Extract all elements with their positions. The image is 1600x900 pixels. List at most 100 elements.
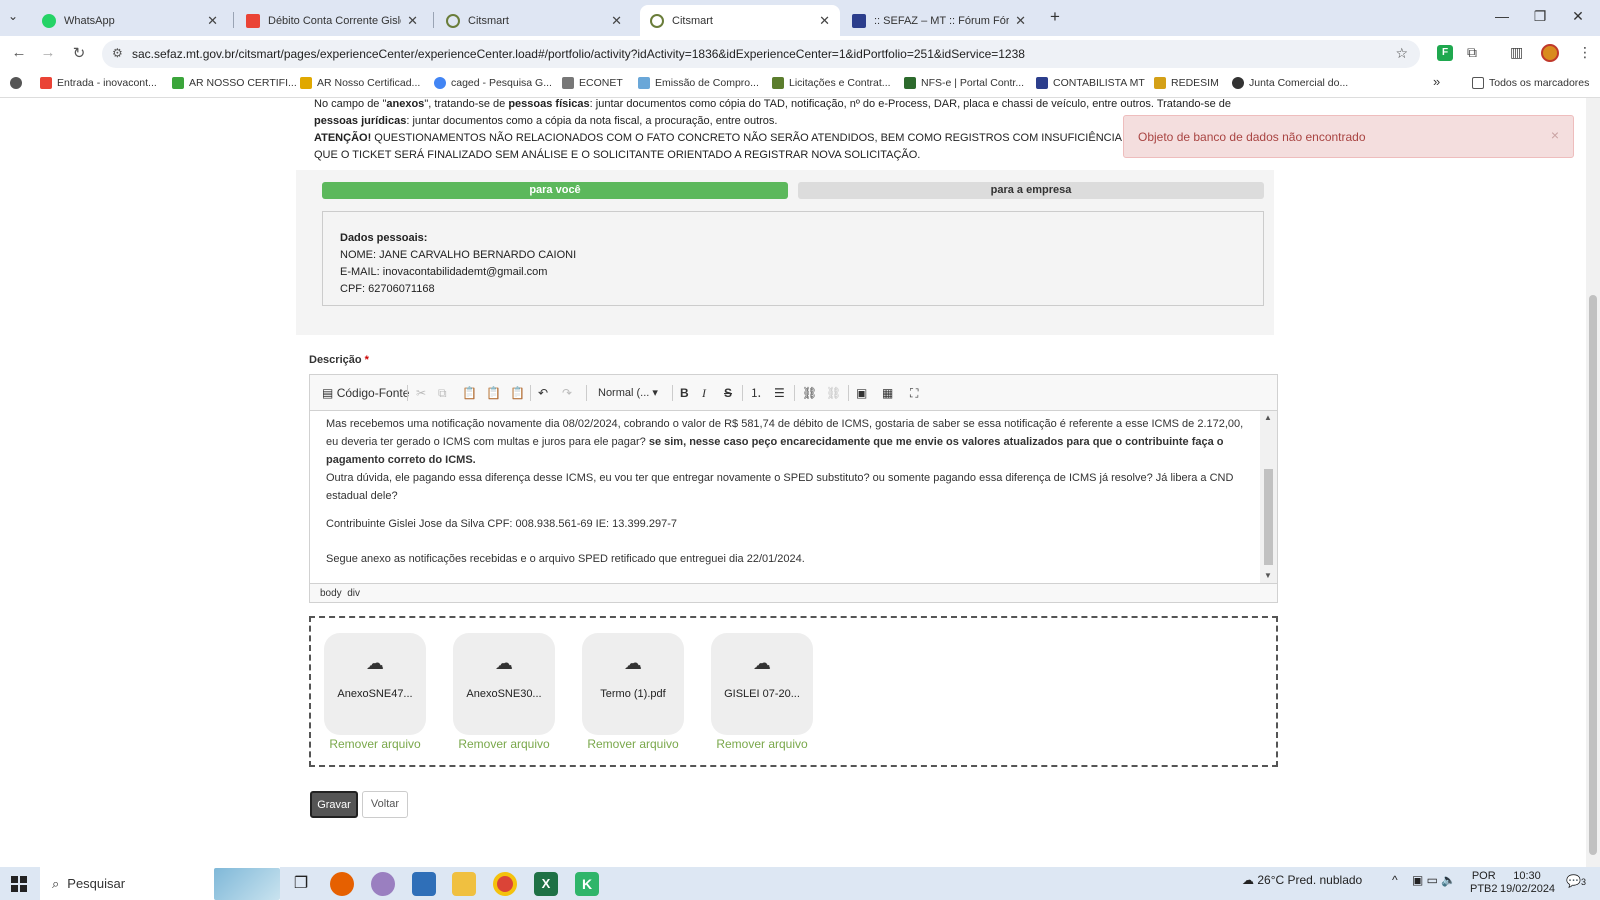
side-panel-icon[interactable]: ▥ [1510,44,1523,61]
copy-icon[interactable]: ⧉ [438,384,447,402]
tray-icons[interactable]: ▣ ▭ 🔈 [1412,873,1456,887]
weather-widget[interactable]: ☁ 26°C Pred. nublado [1242,873,1362,887]
cut-icon[interactable]: ✂ [416,384,426,402]
image-icon[interactable]: ▣ [856,384,867,402]
file-card[interactable]: ☁ Termo (1).pdf [582,633,684,735]
close-tab-icon[interactable]: ✕ [207,13,218,29]
redo-icon[interactable]: ↷ [562,384,572,402]
excel-icon[interactable]: X [534,872,558,896]
unlink-icon[interactable]: ⛓ [826,384,841,402]
path-element[interactable]: div [347,588,360,599]
toggle-para-empresa[interactable]: para a empresa [798,182,1264,199]
scroll-down-icon[interactable]: ▼ [1264,571,1272,580]
extensions-icon[interactable]: ⧉ [1467,44,1477,61]
italic-icon[interactable]: I [702,384,706,402]
numbered-list-icon[interactable]: ⒈ [750,384,762,402]
file-explorer-icon[interactable] [452,872,476,896]
path-element[interactable]: body [320,588,342,599]
bookmark-item[interactable]: Junta Comercial do... [1232,77,1348,89]
tab-whatsapp[interactable]: WhatsApp ✕ [32,5,228,36]
file-card[interactable]: ☁ AnexoSNE47... [324,633,426,735]
file-card[interactable]: ☁ AnexoSNE30... [453,633,555,735]
paste-text-icon[interactable]: 📋 [486,384,501,402]
toggle-para-voce[interactable]: para você [322,182,788,199]
back-button[interactable]: Voltar [362,791,408,818]
app-icon[interactable] [371,872,395,896]
menu-icon[interactable]: ⋮ [1578,44,1592,61]
restore-icon[interactable]: ❐ [1520,8,1560,25]
close-tab-icon[interactable]: ✕ [407,13,418,29]
bookmark-item[interactable]: Entrada - inovacont... [40,77,157,89]
file-card[interactable]: ☁ GISLEI 07-20... [711,633,813,735]
site-info-icon[interactable]: ⚙ [112,46,123,60]
paste-icon[interactable]: 📋 [462,384,477,402]
undo-icon[interactable]: ↶ [538,384,548,402]
globe-icon[interactable] [10,77,27,89]
sefaz-icon [852,13,866,28]
bookmark-item[interactable]: ECONET [562,77,623,89]
extension-f-icon[interactable]: F [1437,45,1453,61]
close-tab-icon[interactable]: ✕ [1015,13,1026,29]
page-scroll-thumb[interactable] [1589,295,1597,855]
minimize-icon[interactable]: — [1482,8,1522,24]
profile-avatar[interactable] [1541,44,1559,62]
new-tab-button[interactable]: + [1050,7,1060,27]
address-bar[interactable]: ⚙ sac.sefaz.mt.gov.br/citsmart/pages/exp… [102,40,1420,68]
link-icon[interactable]: ⛓ [802,384,817,402]
language-indicator[interactable]: POR PTB2 [1470,870,1498,896]
remove-file-link[interactable]: Remover arquivo [324,737,426,751]
tab-citsmart-active[interactable]: Citsmart ✕ [640,5,840,36]
bookmark-star-icon[interactable]: ☆ [1395,45,1408,62]
tab-citsmart-1[interactable]: Citsmart ✕ [436,5,632,36]
bookmark-item[interactable]: AR NOSSO CERTIFI... [172,77,297,89]
format-dropdown[interactable]: Normal (... ▾ [598,384,658,402]
table-icon[interactable]: ▦ [882,384,893,402]
remove-file-link[interactable]: Remover arquivo [453,737,555,751]
close-alert-icon[interactable]: × [1551,127,1559,143]
tab-sefaz-forum[interactable]: :: SEFAZ – MT :: Fórum Fórum ✕ [842,5,1036,36]
firefox-icon[interactable] [330,872,354,896]
save-button[interactable]: Gravar [310,791,358,818]
paste-word-icon[interactable]: 📋 [510,384,525,402]
remove-file-link[interactable]: Remover arquivo [582,737,684,751]
close-window-icon[interactable]: ✕ [1558,8,1598,25]
tab-gmail[interactable]: Débito Conta Corrente Gislei Jo ✕ [236,5,428,36]
all-bookmarks-folder[interactable]: Todos os marcadores [1472,77,1589,89]
clock[interactable]: 10:30 19/02/2024 [1500,870,1555,896]
bookmark-item[interactable]: CONTABILISTA MT [1036,77,1145,89]
bookmark-item[interactable]: caged - Pesquisa G... [434,77,552,89]
app-icon[interactable] [412,872,436,896]
tab-search-chevron-icon[interactable]: ⌄ [8,9,18,23]
close-tab-icon[interactable]: ✕ [611,13,622,29]
notifications-icon[interactable]: 💬3 [1566,874,1586,888]
bookmark-item[interactable]: REDESIM [1154,77,1219,89]
bulleted-list-icon[interactable]: ☰ [774,384,785,402]
editor-content[interactable]: Mas recebemos uma notificação novamente … [310,411,1260,583]
more-bookmarks-icon[interactable]: » [1433,74,1440,89]
maximize-icon[interactable]: ⛶ [910,384,918,402]
tray-chevron-icon[interactable]: ^ [1392,873,1398,887]
app-k-icon[interactable]: K [575,872,599,896]
bold-icon[interactable]: B [680,384,689,402]
bookmark-item[interactable]: Licitações e Contrat... [772,77,891,89]
source-code-button[interactable]: ▤ Código-Fonte [322,384,409,402]
forward-icon[interactable]: → [38,44,58,61]
back-icon[interactable]: ← [9,44,29,61]
rich-text-editor[interactable]: ▤ Código-Fonte ✂ ⧉ 📋 📋 📋 ↶ ↷ Normal (...… [309,374,1278,603]
bookmark-item[interactable]: Emissão de Compro... [638,77,759,89]
scroll-up-icon[interactable]: ▲ [1264,413,1272,422]
search-highlight-image [214,868,280,900]
editor-paragraph: Outra dúvida, ele pagando essa diferença… [326,472,1234,502]
bookmark-item[interactable]: NFS-e | Portal Contr... [904,77,1024,89]
remove-file-link[interactable]: Remover arquivo [711,737,813,751]
task-view-icon[interactable]: ❐ [289,872,313,896]
close-tab-icon[interactable]: ✕ [819,13,830,29]
windows-start-icon[interactable] [11,876,27,892]
chrome-icon[interactable] [493,872,517,896]
cloud-icon: ☁ [1242,873,1254,887]
bookmark-item[interactable]: AR Nosso Certificad... [300,77,420,89]
reload-icon[interactable]: ↻ [69,44,89,62]
strikethrough-icon[interactable]: S [724,384,732,402]
description-label: Descrição * [309,354,369,366]
editor-scrollbar[interactable]: ▲ ▼ [1260,411,1277,583]
